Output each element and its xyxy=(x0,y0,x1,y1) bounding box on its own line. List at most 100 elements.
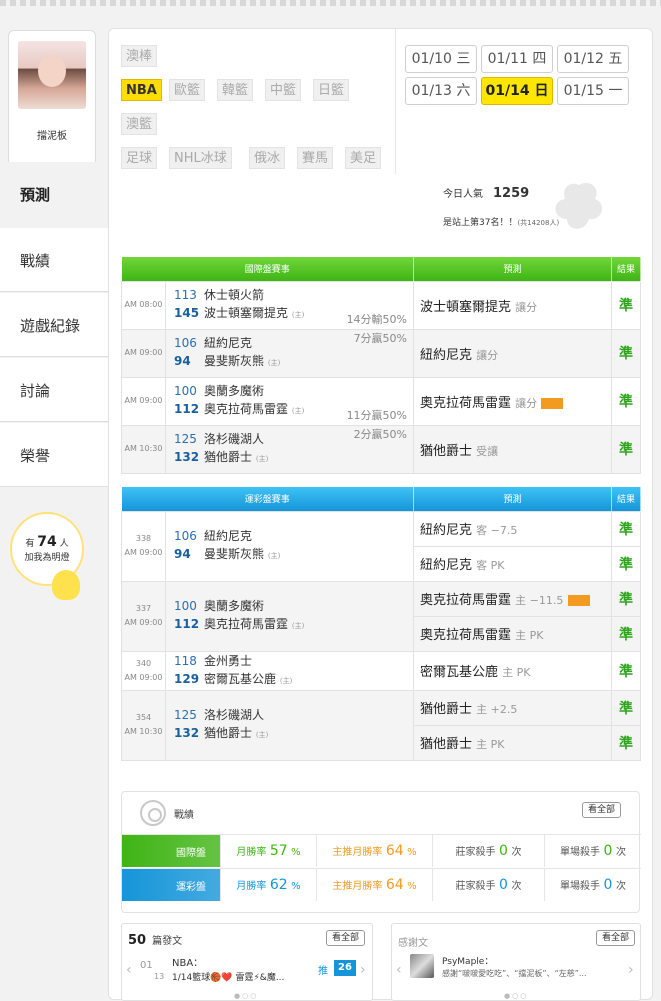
game-teams: 106 紐約尼克 94 曼斐斯灰熊 (主) xyxy=(164,510,415,582)
league-japan-basketball[interactable]: 日籃 xyxy=(313,79,350,101)
profile-card[interactable]: 擋泥板 xyxy=(8,30,96,170)
team-away-number: 113 xyxy=(174,288,197,302)
main-pick-tag-icon xyxy=(567,595,590,606)
nav-predict[interactable]: 預測 xyxy=(0,162,108,226)
result: 準 xyxy=(611,650,642,691)
posts-box: 50 篇發文 看全部 ‹ 01 13 NBA： 1/14籃球🏀❤️ 雷霆⚡&魔..… xyxy=(121,923,373,1001)
team-away-number: 100 xyxy=(174,599,197,613)
posts-next-icon[interactable]: › xyxy=(360,962,366,978)
nav-honor[interactable]: 榮譽 xyxy=(0,423,108,487)
thanks-pager-dots[interactable]: ●○○ xyxy=(504,992,528,1000)
team-away: 奧蘭多魔術 xyxy=(204,599,265,613)
league-nba[interactable]: NBA xyxy=(121,79,162,101)
thanks-user-avatar[interactable] xyxy=(410,954,434,978)
prediction: 紐約尼克 讓分 xyxy=(413,328,613,378)
league-aus-baseball[interactable]: 澳棒 xyxy=(121,45,158,67)
nav-record[interactable]: 戰績 xyxy=(0,228,108,292)
popularity: 今日人氣 1259 xyxy=(443,186,530,201)
thanks-prev-icon[interactable]: ‹ xyxy=(396,962,402,978)
pick-team: 密爾瓦基公鹿 xyxy=(420,665,499,680)
team-away-number: 125 xyxy=(174,708,197,722)
posts-count: 50 篇發文 xyxy=(128,933,183,948)
league-korea-basketball[interactable]: 韓籃 xyxy=(217,79,254,101)
pick-team: 猶他爵士 xyxy=(420,737,473,752)
league-american-football[interactable]: 美足 xyxy=(345,147,382,169)
splash-decoration-icon xyxy=(555,182,603,229)
league-horse-racing[interactable]: 賽馬 xyxy=(297,147,334,169)
league-euro-basketball[interactable]: 歐籃 xyxy=(169,79,206,101)
username: 擋泥板 xyxy=(37,131,67,142)
posts-prev-icon[interactable]: ‹ xyxy=(126,962,132,978)
prediction: 波士頓塞爾提克 讓分 xyxy=(413,280,613,330)
popularity-value: 1259 xyxy=(493,186,530,201)
lottery-row: 338 AM 09:00 106 紐約尼克 94 曼斐斯灰熊 (主) 紐約尼克 客 −7.5… xyxy=(121,510,642,582)
post-line[interactable]: 1/14籃球🏀❤️ 雷霆⚡&魔... xyxy=(172,970,312,983)
record-cell: 單場殺手 0 次 xyxy=(544,835,641,867)
game-odds: 11分贏50% xyxy=(346,408,408,422)
nav-game-history[interactable]: 遊戲紀錄 xyxy=(0,293,108,357)
result: 準 xyxy=(611,615,642,652)
thanks-box: 感謝文 看全部 ‹ PsyMaple： 感謝“啵啵愛吃吃”、“擋泥板”、“左慈”… xyxy=(391,923,641,1001)
result: 準 xyxy=(611,280,642,330)
league-nhl[interactable]: NHL冰球 xyxy=(169,147,232,169)
date-0114[interactable]: 01/14 日 xyxy=(481,77,553,105)
intl-header-games: 國際盤賽事 xyxy=(121,257,415,281)
date-0112[interactable]: 01/12 五 xyxy=(557,45,629,73)
result: 準 xyxy=(611,510,642,547)
home-mark: (主) xyxy=(267,359,281,367)
prediction: 奧克拉荷馬雷霆 主 −11.5 xyxy=(413,580,613,617)
game-time: AM 10:30 xyxy=(124,727,163,736)
pick-type: 客 PK xyxy=(476,559,505,572)
pick-team: 奧克拉荷馬雷霆 xyxy=(420,395,512,411)
thanks-view-all-button[interactable]: 看全部 xyxy=(596,930,636,946)
thanks-line[interactable]: 感謝“啵啵愛吃吃”、“擋泥板”、“左慈”... xyxy=(442,968,622,979)
result: 準 xyxy=(611,545,642,582)
team-away: 洛杉磯湖人 xyxy=(204,708,265,722)
team-home-number: 129 xyxy=(174,671,200,686)
record-cell: 莊家殺手 0 次 xyxy=(432,869,544,901)
game-id: 338 xyxy=(135,534,152,543)
team-home: 密爾瓦基公鹿 xyxy=(204,671,277,686)
thanks-next-icon[interactable]: › xyxy=(628,962,634,978)
post-title[interactable]: NBA： xyxy=(172,954,203,969)
lottery-row: 354 AM 10:30 125 洛杉磯湖人 132 猶他爵士 (主) 猶他爵士 主 +2.… xyxy=(121,689,642,761)
posts-view-all-button[interactable]: 看全部 xyxy=(326,930,366,946)
main-pick-tag-icon xyxy=(541,397,564,409)
lottery-row: 337 AM 09:00 100 奧蘭多魔術 112 奧克拉荷馬雷霆 (主) 奧克拉荷馬雷霆… xyxy=(121,580,642,652)
result: 準 xyxy=(611,689,642,726)
game-id-time: 354 AM 10:30 xyxy=(121,689,166,761)
league-china-basketball[interactable]: 中籃 xyxy=(265,79,302,101)
league-russian-hockey[interactable]: 俄冰 xyxy=(249,147,286,169)
prediction: 猶他爵士 主 PK xyxy=(413,724,613,761)
record-view-all-button[interactable]: 看全部 xyxy=(582,802,622,818)
game-id-time: 340 AM 09:00 xyxy=(121,650,166,691)
pick-team: 紐約尼克 xyxy=(420,523,473,538)
game-time: AM 10:30 xyxy=(121,424,166,474)
date-0115[interactable]: 01/15 一 xyxy=(557,77,629,105)
team-home-number: 145 xyxy=(174,306,200,320)
intl-row: AM 10:30 125 洛杉磯湖人 132 猶他爵士 (主) 2分贏50% 猶他爵士 受讓… xyxy=(121,424,642,474)
post-date-month: 13 xyxy=(154,972,165,981)
record-row: 運彩盤 月勝率 62 % 主推月勝率 64 % 莊家殺手 0 次單場殺手 0 次 xyxy=(122,868,641,901)
result: 準 xyxy=(611,424,642,474)
date-0111[interactable]: 01/11 四 xyxy=(481,45,553,73)
thanks-user[interactable]: PsyMaple： xyxy=(442,954,493,967)
team-home: 奧克拉荷馬雷霆 xyxy=(204,402,289,416)
pick-team: 猶他爵士 xyxy=(420,443,473,459)
intl-header-result: 結果 xyxy=(611,257,642,281)
team-home-number: 94 xyxy=(174,547,191,561)
pick-team: 猶他爵士 xyxy=(420,702,473,717)
date-0113[interactable]: 01/13 六 xyxy=(405,77,477,105)
intl-row: AM 09:00 106 紐約尼克 94 曼斐斯灰熊 (主) 7分贏50% 紐約尼克 讓分準 xyxy=(121,328,642,378)
pick-type: 主 PK xyxy=(502,666,531,679)
posts-pager-dots[interactable]: ●○○ xyxy=(234,992,258,1000)
date-0110[interactable]: 01/10 三 xyxy=(405,45,477,73)
game-id: 354 xyxy=(135,713,152,722)
push-label: 推 xyxy=(318,966,328,977)
league-football[interactable]: 足球 xyxy=(121,147,158,169)
league-aus-basketball[interactable]: 澳籃 xyxy=(121,113,158,135)
avatar[interactable] xyxy=(18,41,86,109)
home-mark: (主) xyxy=(255,455,269,463)
nav-discussion[interactable]: 討論 xyxy=(0,358,108,422)
home-mark: (主) xyxy=(279,676,293,685)
